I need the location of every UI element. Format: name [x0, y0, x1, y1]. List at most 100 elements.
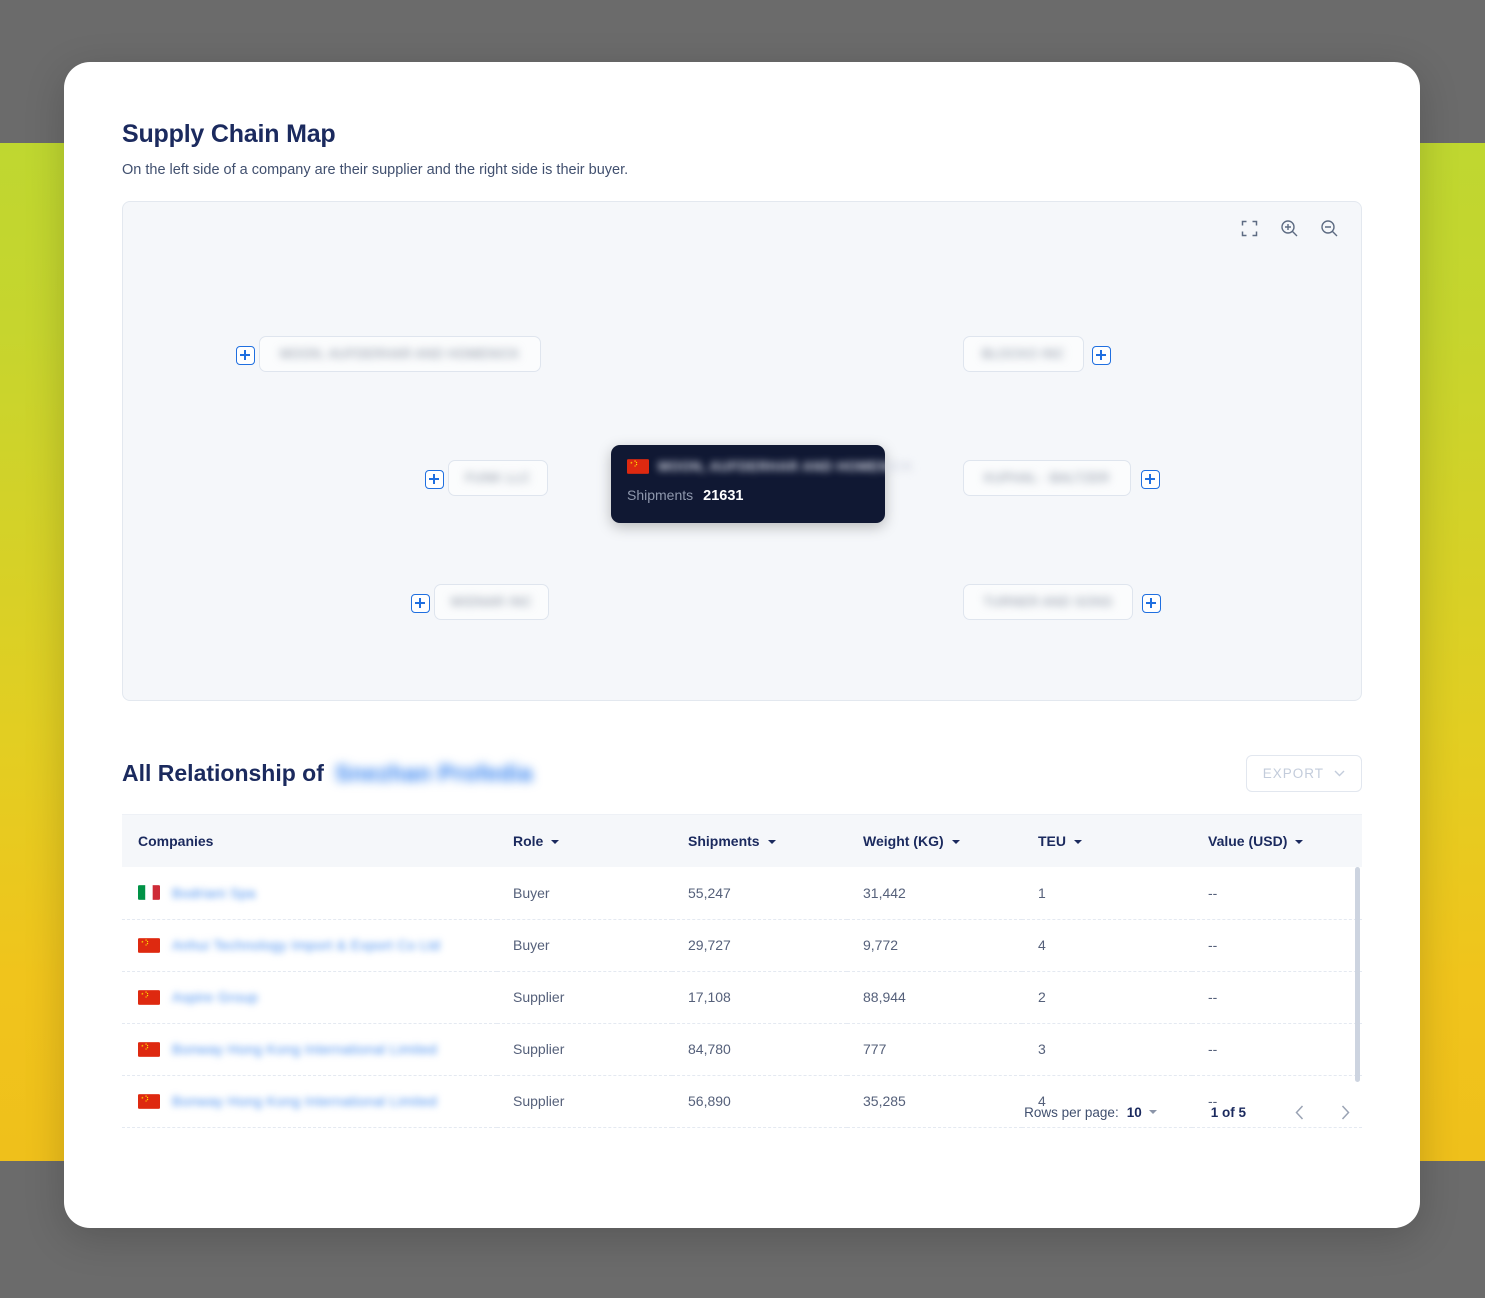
- graph-node-buyer-2[interactable]: KUPHAL - BALTZER: [963, 460, 1131, 496]
- tooltip-company-name: MOON, AUFDERHAR AND HOMENICK: [658, 459, 914, 474]
- cell-shipments: 55,247: [672, 867, 847, 920]
- tooltip-metric-label: Shipments: [627, 487, 694, 503]
- supply-chain-graph-panel[interactable]: MOON, AUFDERHAR AND HOMENICK FUNK LLC WI…: [122, 201, 1362, 701]
- graph-node-buyer-3[interactable]: TURNER AND SONS: [963, 584, 1133, 620]
- column-header-label: Value (USD): [1208, 833, 1288, 849]
- flag-cn-icon: [138, 1093, 160, 1109]
- table-row: Bonway Hong Kong International Limited Su…: [122, 1023, 1362, 1076]
- graph-node-supplier-2[interactable]: FUNK LLC: [448, 460, 548, 496]
- relationship-title: All Relationship of Snezhan Profedia: [122, 760, 533, 787]
- tooltip-metric-value: 21631: [703, 488, 744, 504]
- cell-shipments: 29,727: [672, 919, 847, 972]
- column-header-shipments[interactable]: Shipments: [672, 815, 847, 867]
- graph-node-label: MOON, AUFDERHAR AND HOMENICK: [280, 347, 520, 361]
- cell-weight: 777: [847, 1023, 1022, 1076]
- company-link[interactable]: Bodriani Spa: [172, 885, 256, 901]
- company-link[interactable]: Bonway Hong Kong International Limited: [172, 1041, 437, 1057]
- graph-node-supplier-3[interactable]: WIDNAR INC: [434, 584, 549, 620]
- graph-node-label: WIDNAR INC: [450, 595, 533, 609]
- relationship-table: Companies Role Shipments Weight (KG) TEU…: [122, 815, 1362, 1128]
- table-row: Bonway Hong Kong International Limited Su…: [122, 1075, 1362, 1128]
- table-row: Anhui Technology Import & Export Co Ltd B…: [122, 919, 1362, 972]
- column-header-label: TEU: [1038, 833, 1066, 849]
- flag-cn-icon: [627, 459, 649, 474]
- cell-value: --: [1192, 867, 1362, 920]
- cell-shipments: 17,108: [672, 971, 847, 1024]
- table-scrollbar[interactable]: [1355, 867, 1360, 1082]
- column-header-weight[interactable]: Weight (KG): [847, 815, 1022, 867]
- table-body: Bodriani Spa Buyer 55,247 31,442 1 -- Anhui Te…: [122, 867, 1362, 1128]
- column-header-companies[interactable]: Companies: [122, 815, 497, 867]
- expand-toggle-supplier-3[interactable]: [411, 594, 430, 613]
- cell-company: Bonway Hong Kong International Limited: [122, 1075, 497, 1128]
- cell-teu: 4: [1022, 1075, 1192, 1128]
- expand-toggle-supplier-1[interactable]: [236, 346, 255, 365]
- cell-role: Buyer: [497, 919, 672, 972]
- cell-company: Bodriani Spa: [122, 867, 497, 920]
- expand-toggle-buyer-2[interactable]: [1141, 470, 1160, 489]
- flag-cn-icon: [138, 1041, 160, 1057]
- expand-toggle-supplier-2[interactable]: [425, 470, 444, 489]
- graph-edges: [123, 202, 423, 352]
- graph-node-buyer-1[interactable]: BLOCKO INC: [963, 336, 1084, 372]
- flag-cn-icon: [138, 989, 160, 1005]
- cell-shipments: 56,890: [672, 1075, 847, 1128]
- cell-teu: 2: [1022, 971, 1192, 1024]
- column-header-label: Companies: [138, 833, 214, 849]
- zoom-in-icon[interactable]: [1277, 216, 1301, 240]
- cell-role: Supplier: [497, 1023, 672, 1076]
- cell-role: Buyer: [497, 867, 672, 920]
- relationship-header: All Relationship of Snezhan Profedia EXP…: [122, 755, 1362, 792]
- page-title: Supply Chain Map: [122, 120, 336, 148]
- relationship-title-prefix: All Relationship of: [122, 760, 324, 786]
- company-link[interactable]: Bonway Hong Kong International Limited: [172, 1093, 437, 1109]
- company-link[interactable]: Anhui Technology Import & Export Co Ltd: [172, 937, 440, 953]
- cell-weight: 9,772: [847, 919, 1022, 972]
- graph-toolbar: [1237, 216, 1341, 240]
- company-link[interactable]: Aspire Group: [172, 989, 258, 1005]
- column-header-teu[interactable]: TEU: [1022, 815, 1192, 867]
- cell-company: Aspire Group: [122, 971, 497, 1024]
- cell-value: --: [1192, 1023, 1362, 1076]
- chevron-down-icon: [1334, 770, 1345, 777]
- cell-teu: 3: [1022, 1023, 1192, 1076]
- graph-node-label: BLOCKO INC: [981, 347, 1066, 361]
- sort-caret-icon: [767, 840, 776, 845]
- table-header-row: Companies Role Shipments Weight (KG) TEU…: [122, 815, 1362, 867]
- expand-toggle-buyer-3[interactable]: [1142, 594, 1161, 613]
- column-header-role[interactable]: Role: [497, 815, 672, 867]
- page-subtitle: On the left side of a company are their …: [122, 162, 629, 178]
- flag-cn-icon: [138, 937, 160, 953]
- graph-node-supplier-1[interactable]: MOON, AUFDERHAR AND HOMENICK: [259, 336, 541, 372]
- export-button[interactable]: EXPORT: [1245, 755, 1362, 792]
- column-header-value[interactable]: Value (USD): [1192, 815, 1362, 867]
- sort-caret-icon: [551, 840, 560, 845]
- node-tooltip: MOON, AUFDERHAR AND HOMENICK Shipments 2…: [611, 445, 913, 523]
- cell-company: Anhui Technology Import & Export Co Ltd: [122, 919, 497, 972]
- relationship-company-name: Snezhan Profedia: [334, 760, 533, 786]
- fullscreen-icon[interactable]: [1237, 216, 1261, 240]
- table-row: Aspire Group Supplier 17,108 88,944 2 --: [122, 971, 1362, 1024]
- app-card: Supply Chain Map On the left side of a c…: [64, 62, 1420, 1228]
- relationship-table-wrap: Companies Role Shipments Weight (KG) TEU…: [122, 814, 1362, 1128]
- column-header-label: Weight (KG): [863, 833, 944, 849]
- cell-shipments: 84,780: [672, 1023, 847, 1076]
- table-row: Bodriani Spa Buyer 55,247 31,442 1 --: [122, 867, 1362, 920]
- export-button-label: EXPORT: [1262, 766, 1324, 781]
- column-header-label: Shipments: [688, 833, 760, 849]
- cell-company: Bonway Hong Kong International Limited: [122, 1023, 497, 1076]
- graph-node-label: FUNK LLC: [465, 471, 531, 485]
- sort-caret-icon: [1074, 840, 1082, 845]
- sort-caret-icon: [1295, 840, 1304, 845]
- cell-value: --: [1192, 1075, 1362, 1128]
- flag-it-icon: [138, 885, 160, 901]
- cell-weight: 35,285: [847, 1075, 1022, 1128]
- cell-value: --: [1192, 971, 1362, 1024]
- graph-node-label: TURNER AND SONS: [983, 595, 1113, 609]
- zoom-out-icon[interactable]: [1317, 216, 1341, 240]
- sort-caret-icon: [951, 840, 960, 845]
- cell-role: Supplier: [497, 1075, 672, 1128]
- cell-weight: 88,944: [847, 971, 1022, 1024]
- expand-toggle-buyer-1[interactable]: [1092, 346, 1111, 365]
- column-header-label: Role: [513, 833, 544, 849]
